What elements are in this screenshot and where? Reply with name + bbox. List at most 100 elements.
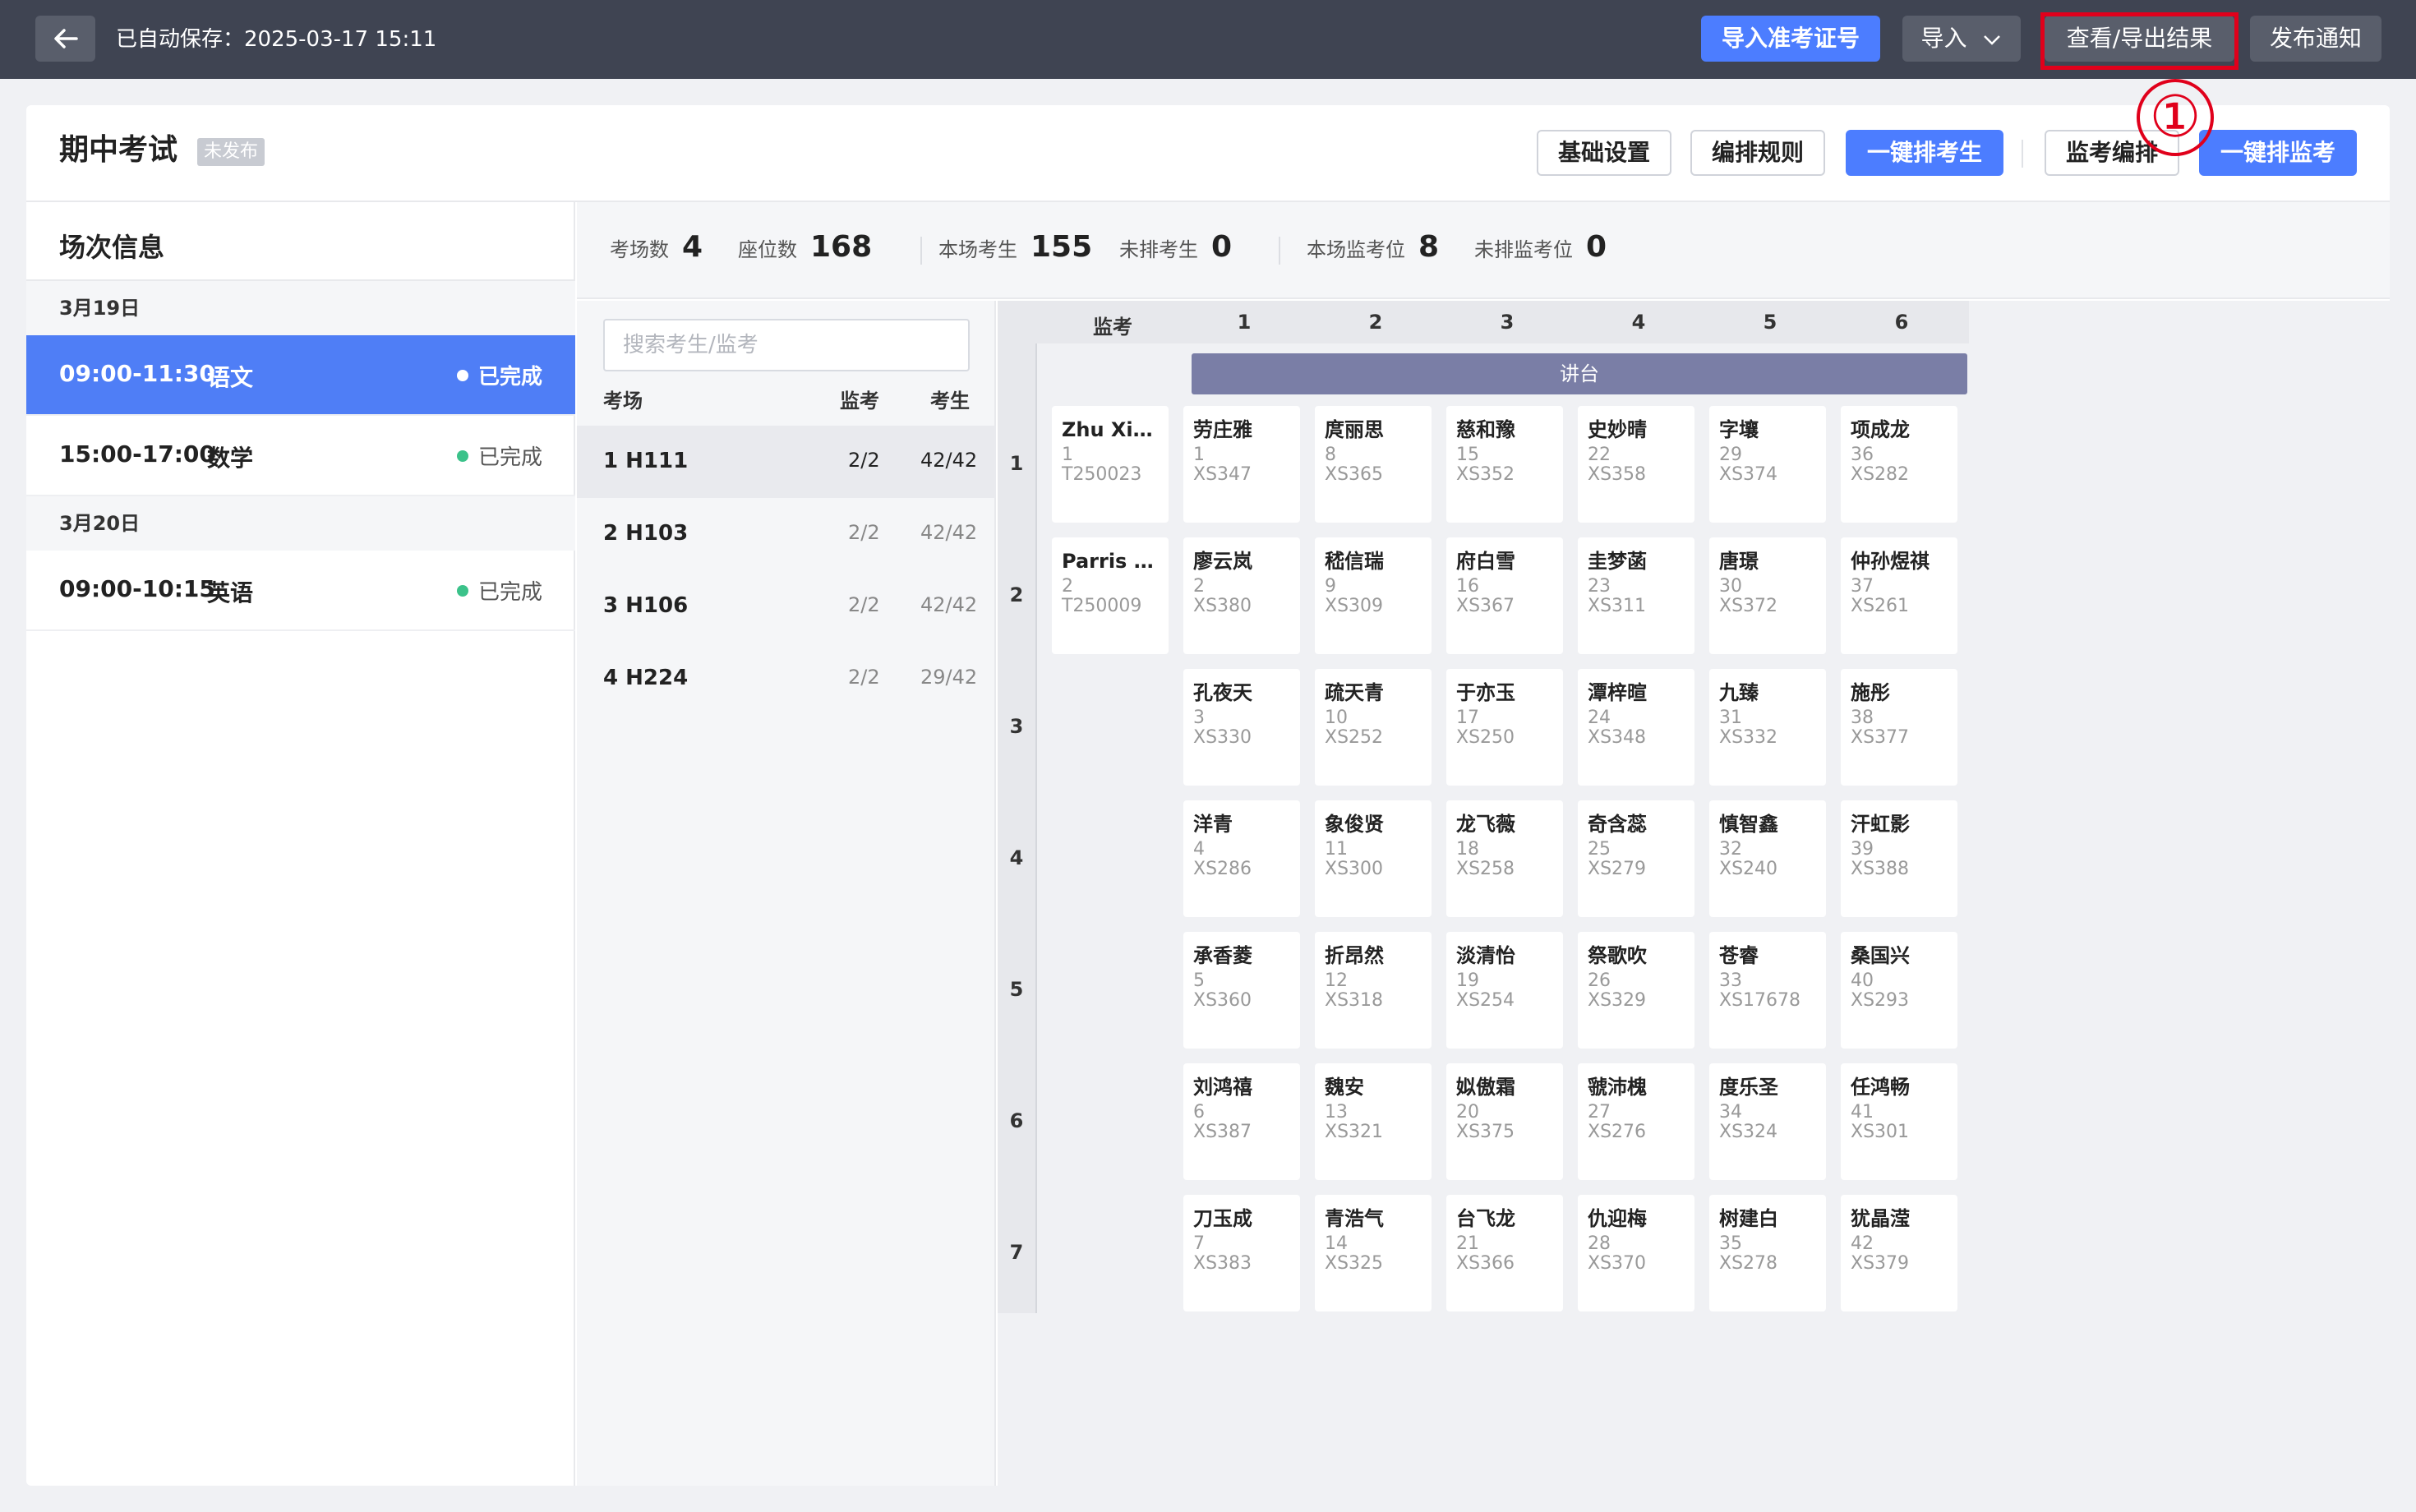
seat-name: 淡清怡 (1456, 944, 1515, 967)
seat-card[interactable]: 仇迎梅 28 XS370 (1578, 1195, 1694, 1311)
seat-no: 11 (1325, 839, 1348, 860)
seat-no: 25 (1588, 839, 1611, 860)
seat-card[interactable]: 祭歌吹 26 XS329 (1578, 932, 1694, 1049)
seat-no: 22 (1588, 445, 1611, 465)
seat-card[interactable]: 字壤 29 XS374 (1709, 406, 1826, 523)
seat-no: 15 (1456, 445, 1479, 465)
session-item-chinese[interactable]: 09:00-11:30 语文 已完成 (26, 335, 575, 416)
seat-card[interactable]: 象俊贤 11 XS300 (1315, 800, 1432, 917)
seat-id: XS17678 (1719, 990, 1801, 1011)
seat-card[interactable]: 姒傲霜 20 XS375 (1446, 1063, 1563, 1180)
seat-name: 孔夜天 (1193, 681, 1252, 704)
seat-card[interactable]: 台飞龙 21 XS366 (1446, 1195, 1563, 1311)
seat-card[interactable]: 劳庄雅 1 XS347 (1183, 406, 1300, 523)
seat-card[interactable]: 虢沛槐 27 XS276 (1578, 1063, 1694, 1180)
seat-card[interactable]: 犹晶滢 42 XS379 (1841, 1195, 1957, 1311)
seat-card[interactable]: 慎智鑫 32 XS240 (1709, 800, 1826, 917)
arrange-rules-button[interactable]: 编排规则 (1690, 130, 1825, 176)
room-row[interactable]: 4 H224 2/2 29/42 (577, 643, 996, 715)
auto-arrange-invigilators-button[interactable]: 一键排监考 (2199, 130, 2357, 176)
seat-card[interactable]: 庹丽思 8 XS365 (1315, 406, 1432, 523)
row-number: 3 (1009, 715, 1024, 738)
seat-card[interactable]: 淡清怡 19 XS254 (1446, 932, 1563, 1049)
seat-card[interactable]: 唐璟 30 XS372 (1709, 537, 1826, 654)
seat-card[interactable]: 圭梦菡 23 XS311 (1578, 537, 1694, 654)
import-admission-button[interactable]: 导入准考证号 (1701, 16, 1880, 62)
col-header: 4 (1631, 311, 1646, 334)
seat-id: XS352 (1456, 464, 1515, 485)
proctor-card[interactable]: Zhu Xia... 1 T250023 (1052, 406, 1169, 523)
seat-name: 刘鸿禧 (1193, 1076, 1252, 1099)
seat-no: 35 (1719, 1233, 1742, 1254)
seat-no: 24 (1588, 708, 1611, 728)
seat-no: 18 (1456, 839, 1479, 860)
stat-divider (920, 237, 922, 265)
seat-id: XS329 (1588, 990, 1647, 1011)
row-number: 7 (1009, 1241, 1024, 1264)
seat-card[interactable]: 府白雪 16 XS367 (1446, 537, 1563, 654)
seat-card[interactable]: 孔夜天 3 XS330 (1183, 669, 1300, 786)
seat-card[interactable]: 仲孙煜祺 37 XS261 (1841, 537, 1957, 654)
room-row[interactable]: 3 H106 2/2 42/42 (577, 570, 996, 643)
seat-card[interactable]: 施彤 38 XS377 (1841, 669, 1957, 786)
row-number: 4 (1009, 846, 1024, 869)
seat-card[interactable]: 奇含蕊 25 XS279 (1578, 800, 1694, 917)
seat-card[interactable]: 刘鸿禧 6 XS387 (1183, 1063, 1300, 1180)
status-dot-icon (456, 369, 468, 381)
room-row[interactable]: 1 H111 2/2 42/42 (577, 426, 996, 498)
seat-name: 慈和豫 (1456, 418, 1515, 441)
seat-no: 21 (1456, 1233, 1479, 1254)
seat-no: 30 (1719, 576, 1742, 597)
seat-name: 廖云岚 (1193, 550, 1252, 573)
search-input[interactable]: 搜索考生/监考 (603, 319, 970, 371)
seat-no: 42 (1851, 1233, 1874, 1254)
seat-card[interactable]: 九臻 31 XS332 (1709, 669, 1826, 786)
seat-id: XS372 (1719, 596, 1778, 616)
seat-card[interactable]: 潭梓暄 24 XS348 (1578, 669, 1694, 786)
proctor-card[interactable]: Parris K... 2T250009 (1052, 537, 1169, 654)
seat-card[interactable]: 苍睿 33 XS17678 (1709, 932, 1826, 1049)
seat-card[interactable]: 慈和豫 15 XS352 (1446, 406, 1563, 523)
seat-card[interactable]: 史妙晴 22 XS358 (1578, 406, 1694, 523)
seat-card[interactable]: 嵇信瑞 9 XS309 (1315, 537, 1432, 654)
seat-card[interactable]: 项成龙 36 XS282 (1841, 406, 1957, 523)
seat-card[interactable]: 度乐圣 34 XS324 (1709, 1063, 1826, 1180)
stat-unassigned-invigilators: 未排监考位 0 (1474, 230, 1607, 264)
seat-card[interactable]: 廖云岚 2 XS380 (1183, 537, 1300, 654)
room-table-header: 考场 监考 考生 (577, 385, 996, 417)
session-item-english[interactable]: 09:00-10:15 英语 已完成 (26, 551, 575, 631)
seat-no: 20 (1456, 1102, 1479, 1122)
import-label: 导入 (1920, 25, 1967, 52)
seat-no: 28 (1588, 1233, 1611, 1254)
seat-id: XS282 (1851, 464, 1910, 485)
seat-card[interactable]: 树建白 35 XS278 (1709, 1195, 1826, 1311)
stat-divider (1279, 237, 1280, 265)
auto-arrange-students-button[interactable]: 一键排考生 (1846, 130, 2003, 176)
seat-card[interactable]: 疏天青 10 XS252 (1315, 669, 1432, 786)
import-dropdown-button[interactable]: 导入 (1902, 16, 2021, 62)
seat-card[interactable]: 龙飞薇 18 XS258 (1446, 800, 1563, 917)
room-row[interactable]: 2 H103 2/2 42/42 (577, 498, 996, 570)
seat-name: 奇含蕊 (1588, 813, 1647, 836)
session-item-math[interactable]: 15:00-17:00 数学 已完成 (26, 416, 575, 496)
seat-card[interactable]: 汗虹影 39 XS388 (1841, 800, 1957, 917)
seat-card[interactable]: 桑国兴 40 XS293 (1841, 932, 1957, 1049)
publish-notice-button[interactable]: 发布通知 (2250, 16, 2381, 62)
session-subject: 语文 (207, 364, 254, 391)
seat-name: 龙飞薇 (1456, 813, 1515, 836)
basic-settings-button[interactable]: 基础设置 (1537, 130, 1671, 176)
seat-card[interactable]: 任鸿畅 41 XS301 (1841, 1063, 1957, 1180)
seat-card[interactable]: 于亦玉 17 XS250 (1446, 669, 1563, 786)
seat-no: 7 (1193, 1233, 1205, 1254)
seat-card[interactable]: 洋青 4 XS286 (1183, 800, 1300, 917)
exam-header: 期中考试 未发布 基础设置 编排规则 一键排考生 监考编排 一键排监考 (26, 105, 2390, 202)
room-panel: 搜索考生/监考 考场 监考 考生 1 H111 2/2 42/42 2 H103 2/… (577, 301, 996, 1486)
seat-card[interactable]: 魏安 13 XS321 (1315, 1063, 1432, 1180)
seat-card[interactable]: 青浩气 14 XS325 (1315, 1195, 1432, 1311)
back-button[interactable] (35, 16, 95, 62)
seat-id: XS388 (1851, 859, 1910, 879)
seat-card[interactable]: 折昂然 12 XS318 (1315, 932, 1432, 1049)
seat-card[interactable]: 刀玉成 7 XS383 (1183, 1195, 1300, 1311)
seat-card[interactable]: 承香菱 5 XS360 (1183, 932, 1300, 1049)
session-subject: 数学 (207, 445, 254, 472)
